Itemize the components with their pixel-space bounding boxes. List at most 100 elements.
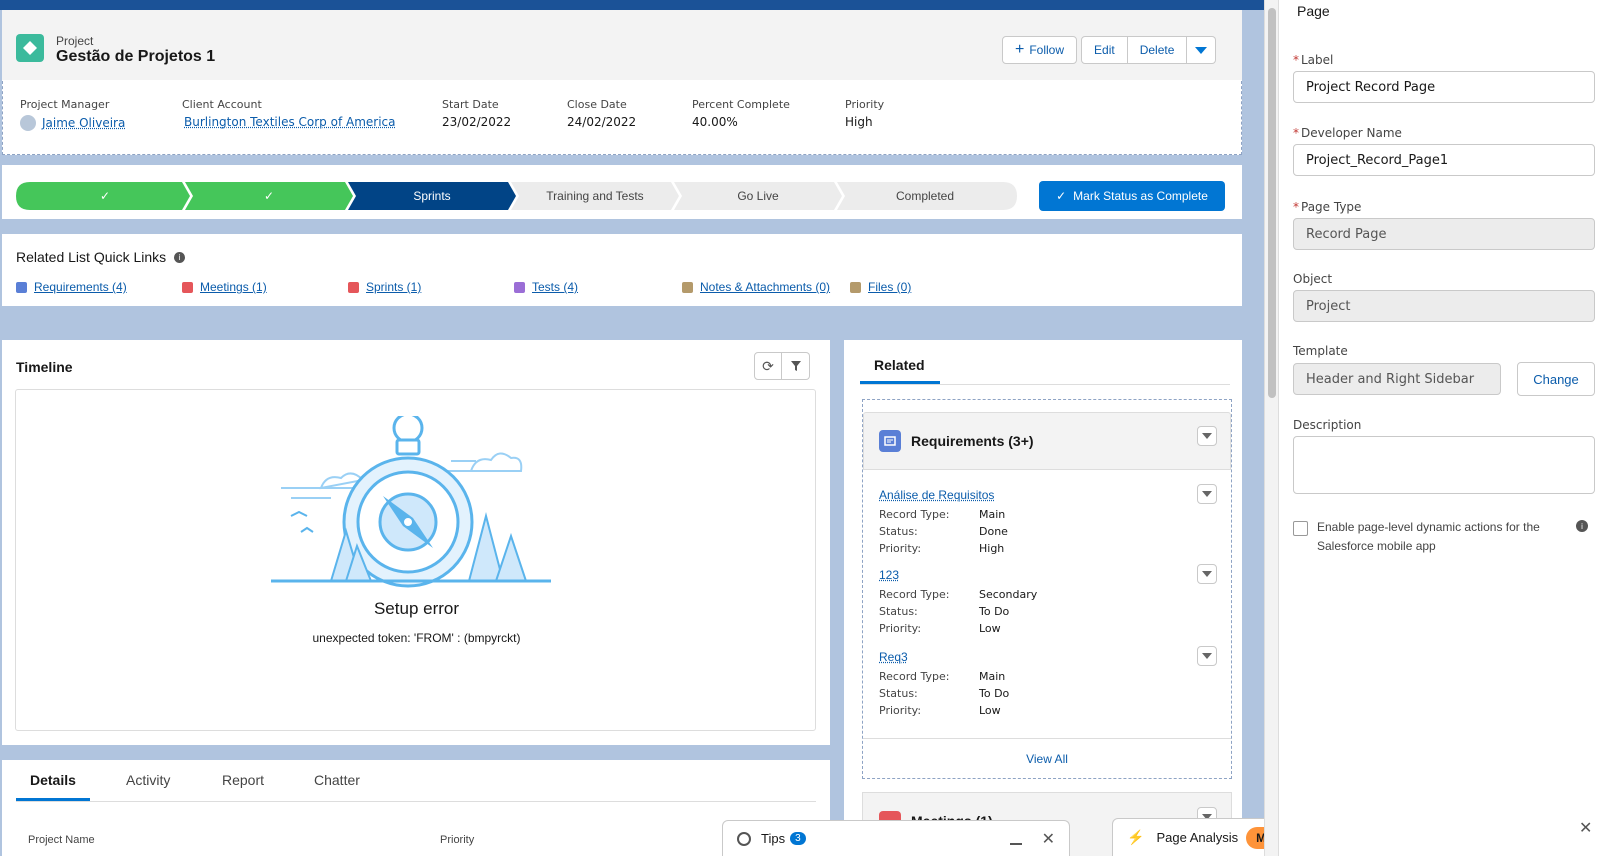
- tab-related[interactable]: Related: [874, 357, 925, 373]
- tab-report[interactable]: Report: [222, 772, 264, 788]
- template-input: Header and Right Sidebar: [1293, 363, 1501, 395]
- dynamic-actions-label: Enable page-level dynamic actions for th…: [1317, 520, 1540, 553]
- page-analysis-panel[interactable]: ⚡ Page Analysis Moderate ⤢: [1112, 818, 1264, 856]
- status-value: To Do: [979, 687, 1010, 700]
- quick-link-notes[interactable]: Notes & Attachments (0): [682, 280, 830, 294]
- quick-link-label: Sprints (1): [366, 280, 422, 294]
- sprints-icon: [348, 281, 359, 293]
- tab-chatter[interactable]: Chatter: [314, 772, 360, 788]
- requirement-link[interactable]: Req3: [879, 650, 908, 664]
- template-field: Template Header and Right Sidebar Change: [1293, 344, 1595, 396]
- filter-button[interactable]: [782, 352, 810, 380]
- template-label: Template: [1293, 344, 1348, 358]
- timeline-controls: ⟳: [754, 352, 810, 380]
- close-icon[interactable]: ✕: [1042, 829, 1055, 849]
- page-type-label: * Page Type: [1293, 200, 1595, 214]
- quick-link-sprints[interactable]: Sprints (1): [348, 280, 421, 294]
- object-field: Object Project: [1293, 272, 1595, 322]
- requirements-icon: [879, 430, 901, 452]
- path-step-check-2[interactable]: ✓: [193, 182, 345, 210]
- description-label: Description: [1293, 418, 1362, 432]
- row-menu-button[interactable]: [1197, 484, 1217, 504]
- priority-value: High: [979, 542, 1005, 555]
- requirement-link[interactable]: 123: [879, 568, 899, 582]
- dynamic-actions-checkbox[interactable]: [1293, 521, 1308, 536]
- tabs-divider: [16, 801, 816, 802]
- path-step-completed[interactable]: Completed: [845, 182, 1005, 210]
- requirement-link[interactable]: Análise de Requisitos: [879, 488, 994, 502]
- change-template-button[interactable]: Change: [1517, 362, 1595, 396]
- record-type-value: Main: [979, 508, 1006, 521]
- status-label: Status:: [879, 525, 918, 538]
- page-type-label-text: Page Type: [1301, 200, 1362, 214]
- info-icon: i: [174, 251, 186, 263]
- path-step-check-1[interactable]: ✓: [30, 182, 180, 210]
- quick-link-files[interactable]: Files (0): [850, 280, 911, 294]
- tests-icon: [514, 281, 525, 293]
- check-icon: ✓: [263, 189, 275, 203]
- notes-icon: [682, 281, 693, 293]
- close-icon[interactable]: ✕: [1579, 818, 1592, 838]
- quick-link-tests[interactable]: Tests (4): [514, 280, 578, 294]
- quick-link-label: Notes & Attachments (0): [700, 280, 831, 294]
- tab-activity[interactable]: Activity: [126, 772, 170, 788]
- chevron-down-icon: [1202, 433, 1212, 439]
- required-mark: *: [1293, 126, 1299, 140]
- row-menu-button[interactable]: [1197, 646, 1217, 666]
- path-step-go-live[interactable]: Go Live: [682, 182, 834, 210]
- help-icon: [737, 831, 751, 846]
- dynamic-actions-option: Enable page-level dynamic actions for th…: [1293, 520, 1595, 556]
- record-type-label: Record Type:: [879, 588, 950, 601]
- quick-link-label: Requirements (4): [34, 280, 127, 294]
- label-field-label-text: Label: [1301, 53, 1334, 67]
- label-field: * Label Project Record Page: [1293, 53, 1595, 103]
- requirements-icon: [16, 281, 27, 293]
- page-type-input: Record Page: [1293, 218, 1595, 250]
- view-all-link[interactable]: View All: [863, 752, 1231, 766]
- priority-value: Low: [979, 622, 1001, 635]
- page-analysis-label: Page Analysis: [1156, 830, 1239, 845]
- tab-details[interactable]: Details: [30, 772, 76, 788]
- label-input[interactable]: Project Record Page: [1293, 71, 1595, 103]
- tips-label: Tips: [761, 831, 786, 846]
- check-icon: ✓: [1056, 189, 1067, 203]
- quick-links-title-text: Related List Quick Links: [16, 249, 167, 265]
- quick-link-label: Meetings (1): [200, 280, 267, 294]
- list-menu-button[interactable]: [1197, 426, 1217, 446]
- minimize-icon[interactable]: [1009, 842, 1022, 845]
- scrollbar-thumb[interactable]: [1268, 8, 1276, 398]
- status-value: To Do: [979, 605, 1010, 618]
- mark-complete-label: Mark Status as Complete: [1073, 189, 1208, 203]
- row-menu-button[interactable]: [1197, 564, 1217, 584]
- description-textarea[interactable]: [1293, 436, 1595, 494]
- record-type-value: Secondary: [979, 588, 1038, 601]
- tips-panel[interactable]: Tips 3 ✕: [722, 820, 1070, 856]
- developer-name-input[interactable]: Project_Record_Page1: [1293, 144, 1595, 176]
- quick-link-meetings[interactable]: Meetings (1): [182, 280, 267, 294]
- error-title: Setup error: [373, 599, 460, 618]
- refresh-icon: ⟳: [762, 357, 774, 374]
- quick-links-title: Related List Quick Links i: [16, 249, 186, 265]
- object-label: Object: [1293, 272, 1333, 286]
- quick-link-requirements[interactable]: Requirements (4): [16, 280, 127, 294]
- view-all-divider: [863, 738, 1231, 739]
- analysis-badge: Moderate: [1246, 826, 1264, 849]
- chevron-down-icon: [1202, 653, 1212, 659]
- lightning-icon: ⚡: [1127, 829, 1145, 845]
- description-field: Description: [1293, 418, 1595, 494]
- tips-count-badge: 3: [790, 832, 806, 845]
- label-field-label: * Label: [1293, 53, 1595, 67]
- chevron-down-icon: [1202, 571, 1212, 577]
- mark-complete-button[interactable]: ✓ Mark Status as Complete: [1039, 181, 1225, 211]
- meetings-icon: [182, 281, 193, 293]
- properties-panel: Page ✕ * Label Project Record Page * Devel…: [1278, 0, 1604, 856]
- refresh-button[interactable]: ⟳: [754, 352, 782, 380]
- project-name-label: Project Name: [28, 834, 95, 846]
- path-step-sprints[interactable]: Sprints: [356, 182, 508, 210]
- priority-label: Priority:: [879, 622, 922, 635]
- error-message: unexpected token: 'FROM' : (bmpyrckt): [312, 631, 521, 645]
- path-step-training[interactable]: Training and Tests: [519, 182, 671, 210]
- requirements-title[interactable]: Requirements (3+): [911, 433, 1034, 449]
- quick-links-card: [2, 234, 1242, 306]
- canvas-scrollbar[interactable]: [1264, 0, 1278, 856]
